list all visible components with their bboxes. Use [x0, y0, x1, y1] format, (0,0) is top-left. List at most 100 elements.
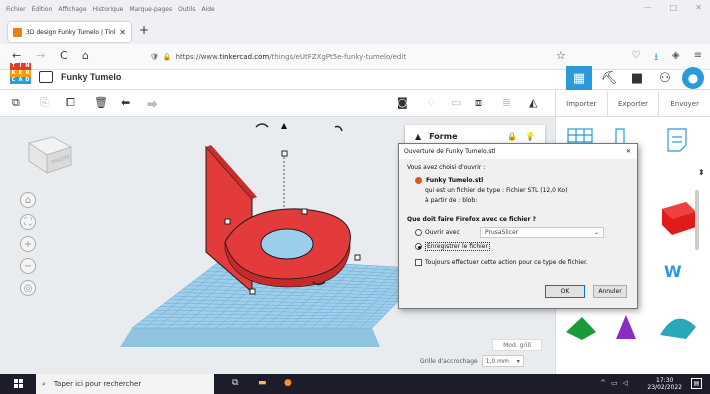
- tray-chevron-icon[interactable]: ^: [600, 379, 606, 387]
- fit-view-icon[interactable]: ⛶: [20, 214, 36, 230]
- new-tab-button[interactable]: +: [139, 23, 149, 37]
- collapse-arrow-icon[interactable]: ▲: [415, 132, 421, 141]
- import-button[interactable]: Importer: [555, 91, 607, 116]
- save-file-label[interactable]: Enregistrer le fichier: [425, 242, 490, 251]
- tinkercad-logo[interactable]: TINKERCAD: [10, 63, 31, 84]
- notifications-icon[interactable]: ▤: [691, 378, 702, 389]
- send-button[interactable]: Envoyer: [658, 91, 710, 116]
- camera-icon[interactable]: ◙: [397, 96, 408, 109]
- url-bar[interactable]: 🛡 🔒 https://www.tinkercad.com/things/eUt…: [150, 47, 574, 67]
- menu-edition[interactable]: Édition: [32, 6, 53, 13]
- pickaxe-icon[interactable]: ⛏: [598, 67, 620, 89]
- category-dropdown-icon[interactable]: ⬍: [698, 168, 705, 177]
- firefox-icon[interactable]: ●: [284, 378, 292, 388]
- reload-button[interactable]: C: [60, 49, 68, 62]
- hole-icon[interactable]: ▭: [451, 96, 461, 109]
- zoom-out-icon[interactable]: −: [20, 258, 36, 274]
- app-select[interactable]: PrusaSlicer ⌄: [480, 227, 604, 238]
- forward-button[interactable]: →: [36, 49, 45, 62]
- menu-fichier[interactable]: Fichier: [6, 6, 26, 13]
- hamburger-menu-icon[interactable]: ≡: [694, 50, 702, 67]
- pyramid-shape[interactable]: [566, 317, 596, 340]
- open-with-label[interactable]: Ouvrir avec: [425, 229, 469, 236]
- notes-shape-icon[interactable]: [667, 128, 687, 152]
- back-button[interactable]: ←: [12, 49, 21, 62]
- extensions-icon[interactable]: ◈: [672, 50, 680, 67]
- duplicate-icon[interactable]: ⧠: [66, 96, 75, 110]
- close-window-button[interactable]: ✕: [695, 3, 702, 12]
- dialog-title: Ouverture de Funky Tumelo.stl: [404, 148, 496, 155]
- group-icon[interactable]: ⧈: [475, 96, 482, 110]
- lock-shape-icon[interactable]: 🔒: [507, 132, 517, 141]
- avatar[interactable]: ●: [682, 67, 704, 89]
- menu-historique[interactable]: Historique: [93, 6, 124, 13]
- home-view-icon[interactable]: ⌂: [20, 192, 36, 208]
- file-explorer-icon[interactable]: ▬: [258, 378, 267, 388]
- search-icon: ⌕: [42, 379, 46, 388]
- cancel-button[interactable]: Annuler: [593, 285, 627, 298]
- always-label[interactable]: Toujours effectuer cette action pour ce …: [425, 259, 588, 266]
- menu-aide[interactable]: Aide: [201, 6, 214, 13]
- home-button[interactable]: ⌂: [82, 49, 89, 62]
- clock[interactable]: 17:30 23/02/2022: [647, 377, 682, 391]
- design-title[interactable]: Funky Tumelo: [61, 72, 121, 82]
- minimize-button[interactable]: —: [644, 3, 652, 12]
- ortho-view-icon[interactable]: ◎: [20, 280, 36, 296]
- side-tabs: Importer Exporter Envoyer: [555, 91, 710, 117]
- edit-grid-button[interactable]: Mod. grill: [492, 339, 542, 351]
- volume-icon[interactable]: ◁: [623, 379, 628, 387]
- dialog-source: à partir de : blob:: [425, 197, 478, 204]
- grid-view-icon[interactable]: ▦: [566, 66, 592, 90]
- dialog-close-icon[interactable]: ✕: [626, 148, 631, 155]
- hide-shape-icon[interactable]: 💡: [525, 132, 535, 141]
- copy-icon[interactable]: ⎘: [40, 96, 49, 110]
- lift-arrow-icon[interactable]: [281, 123, 287, 129]
- menu-marque-pages[interactable]: Marque-pages: [129, 6, 172, 13]
- rotate-handle-left-icon[interactable]: [255, 123, 269, 128]
- zoom-in-icon[interactable]: +: [20, 236, 36, 252]
- snap-grid-select[interactable]: 1,0 mm ▾: [481, 355, 524, 367]
- ok-button[interactable]: OK: [545, 285, 585, 298]
- dialog-filetype: qui est un fichier de type : Fichier STL…: [425, 187, 568, 194]
- always-checkbox[interactable]: [415, 259, 422, 266]
- view-cube[interactable]: DROITE: [27, 135, 73, 175]
- text-shape[interactable]: W: [664, 262, 682, 281]
- save-file-option[interactable]: Enregistrer le fichier: [415, 242, 629, 251]
- task-view-icon[interactable]: ⧉: [232, 378, 238, 388]
- undo-icon[interactable]: ⬅: [121, 96, 130, 109]
- shape-panel-title: Forme: [429, 131, 458, 141]
- save-file-radio[interactable]: [415, 243, 422, 250]
- maximize-button[interactable]: □: [670, 3, 678, 12]
- light-bulb-icon[interactable]: ♢: [426, 96, 436, 109]
- tab-close-icon[interactable]: ✕: [119, 28, 126, 37]
- browser-tab[interactable]: 3D design Funky Tumelo | Tink ✕: [8, 22, 131, 42]
- export-button[interactable]: Exporter: [606, 91, 659, 116]
- bookmark-star-icon[interactable]: ☆: [556, 49, 566, 62]
- taskbar-search[interactable]: ⌕ Taper ici pour rechercher: [36, 374, 214, 394]
- design-menu-icon[interactable]: [39, 71, 53, 83]
- roof-shape[interactable]: [660, 318, 696, 339]
- firefox-file-icon: [415, 177, 422, 184]
- menu-outils[interactable]: Outils: [178, 6, 195, 13]
- windows-start-icon[interactable]: [14, 379, 24, 389]
- shield-icon: 🛡: [150, 53, 159, 61]
- url-path: /things/eUtFZXgPt5e-funky-tumelo/edit: [269, 53, 407, 61]
- briefcase-icon[interactable]: ■: [626, 67, 648, 89]
- network-icon[interactable]: ▭: [611, 379, 618, 387]
- logo-letter: E: [17, 70, 24, 77]
- menu-affichage[interactable]: Affichage: [58, 6, 86, 13]
- always-option[interactable]: Toujours effectuer cette action pour ce …: [415, 259, 629, 266]
- redo-icon[interactable]: ⮕: [147, 96, 158, 112]
- cone-shape[interactable]: [616, 315, 636, 339]
- delete-icon[interactable]: 🗑: [94, 96, 108, 109]
- add-user-icon[interactable]: ⚇: [654, 67, 676, 89]
- align-icon[interactable]: ≣: [502, 96, 511, 109]
- open-with-option[interactable]: Ouvrir avec PrusaSlicer ⌄: [415, 227, 629, 238]
- rotate-handle-right-icon[interactable]: [334, 125, 343, 132]
- new-shape-icon[interactable]: ⧉: [12, 96, 20, 110]
- open-with-radio[interactable]: [415, 229, 422, 236]
- download-icon[interactable]: ⭳: [654, 50, 658, 67]
- pocket-icon[interactable]: ♡: [631, 50, 640, 67]
- mirror-icon[interactable]: ◭: [529, 96, 537, 109]
- library-scrollbar[interactable]: [695, 190, 699, 250]
